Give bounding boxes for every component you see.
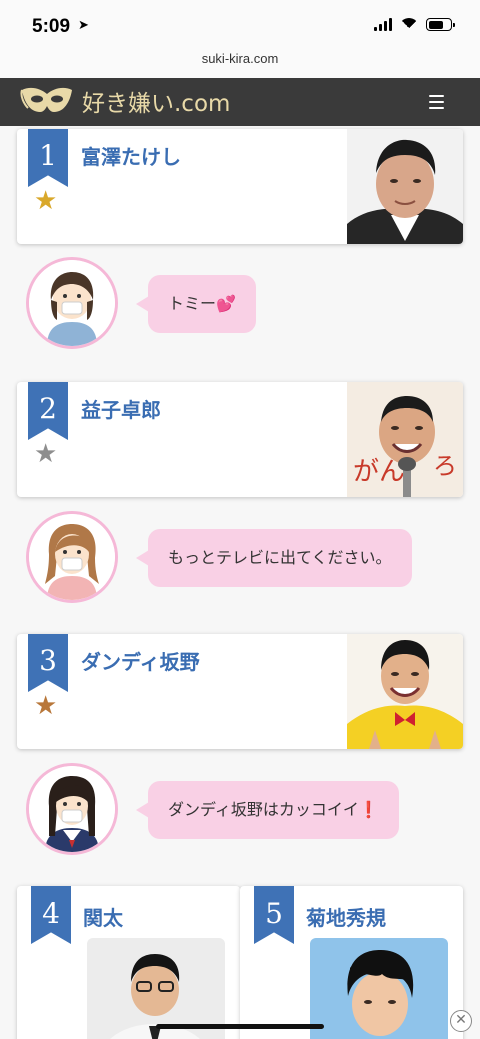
celebrity-photo[interactable] — [347, 129, 463, 244]
user-avatar — [26, 257, 118, 349]
status-time: 5:09 — [32, 16, 71, 37]
comment-bubble: トミー💕 — [136, 275, 256, 333]
rank-badge: 4 — [31, 886, 71, 944]
ranking-card-4[interactable]: 4 関太 — [17, 886, 240, 1039]
rank-badge: 3 — [28, 634, 68, 692]
ranking-card-3[interactable]: 3 ダンディ坂野 ★ — [17, 634, 463, 749]
hearts-emoji: 💕 — [216, 294, 236, 313]
silver-star-icon: ★ — [34, 439, 58, 469]
user-avatar — [26, 511, 118, 603]
celebrity-name[interactable]: ダンディ坂野 — [81, 646, 200, 675]
comment-bubble: もっとテレビに出てください。 — [136, 529, 412, 587]
user-avatar — [26, 763, 118, 855]
celebrity-name[interactable]: 富澤たけし — [81, 141, 181, 170]
rank-badge: 5 — [254, 886, 294, 944]
address-bar[interactable]: suki-kira.com — [0, 48, 480, 78]
celebrity-name[interactable]: 益子卓郎 — [81, 394, 161, 423]
comment-text: もっとテレビに出てください。 — [168, 548, 392, 567]
svg-text:ろ: ろ — [433, 452, 457, 480]
rank-badge: 1 — [28, 129, 68, 187]
battery-icon — [426, 18, 455, 31]
ranking-card-2[interactable]: 2 益子卓郎 ★ がん ろ — [17, 382, 463, 497]
site-header: 好き嫌い.com — [0, 78, 480, 126]
comment-bubble: ダンディ坂野はカッコイイ❗ — [136, 781, 399, 839]
ranking-card-5[interactable]: 5 菊地秀規 — [240, 886, 463, 1039]
comment-row-3: ダンディ坂野はカッコイイ❗ — [26, 763, 466, 855]
close-ad-icon[interactable]: ✕ — [450, 1010, 472, 1032]
exclamation-emoji: ❗ — [358, 800, 379, 819]
location-arrow-icon: ➤ — [78, 18, 89, 33]
celebrity-photo[interactable]: がん ろ — [347, 382, 463, 497]
celebrity-name[interactable]: 菊地秀規 — [306, 902, 386, 931]
site-logo-text: 好き嫌い.com — [82, 91, 231, 117]
ranking-card-1[interactable]: 1 富澤たけし ★ — [17, 129, 463, 244]
celebrity-name[interactable]: 関太 — [83, 902, 123, 931]
status-icons — [374, 18, 455, 31]
bronze-star-icon: ★ — [34, 691, 58, 721]
home-indicator[interactable] — [156, 1024, 324, 1029]
status-bar: 5:09 ➤ — [0, 0, 480, 48]
celebrity-photo[interactable] — [310, 938, 448, 1039]
comment-row-2: もっとテレビに出てください。 — [26, 511, 466, 603]
celebrity-photo[interactable] — [347, 634, 463, 749]
cellular-signal-icon — [374, 18, 392, 31]
comment-text: ダンディ坂野はカッコイイ — [168, 800, 359, 819]
comment-text: トミー — [168, 294, 217, 313]
mask-logo-icon — [20, 84, 74, 118]
wifi-icon — [400, 18, 418, 31]
comment-row-1: トミー💕 — [26, 257, 466, 349]
rank-badge: 2 — [28, 382, 68, 440]
gold-star-icon: ★ — [34, 186, 58, 216]
hamburger-menu-icon[interactable] — [429, 95, 444, 109]
site-logo[interactable]: 好き嫌い.com — [20, 84, 230, 118]
